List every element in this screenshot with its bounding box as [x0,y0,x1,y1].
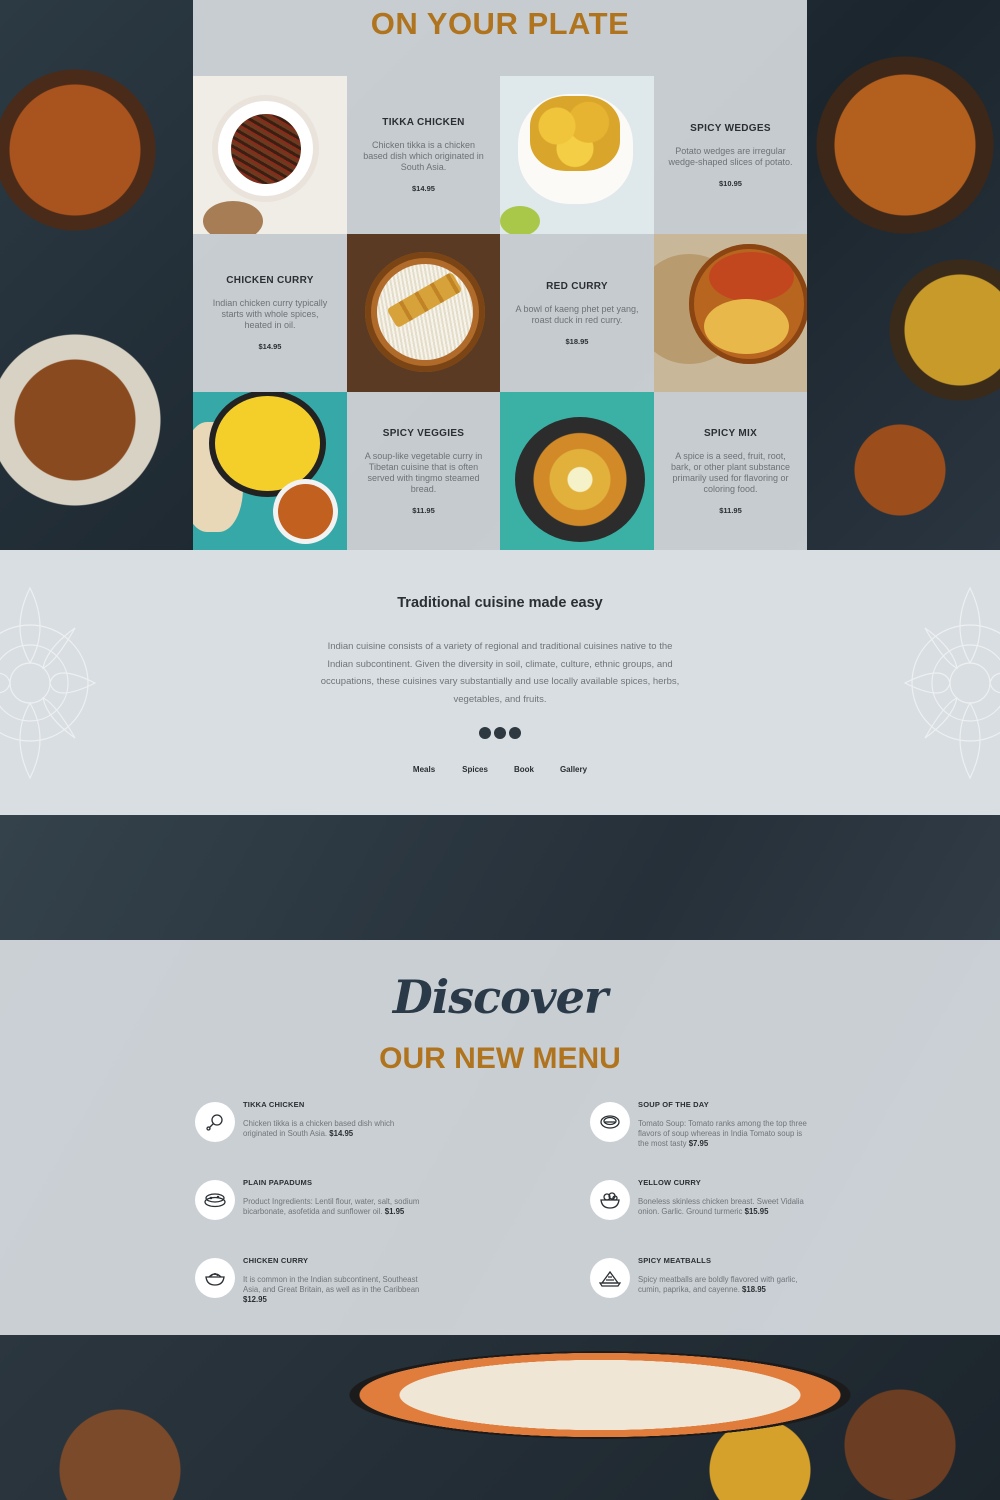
tikka-chicken-photo[interactable] [193,76,347,234]
menu-item-desc: Product Ingredients: Lentil flour, water… [243,1197,420,1216]
drumstick-icon [195,1102,235,1142]
plate-item-name: TIKKA CHICKEN [382,117,465,128]
meatballs-icon [590,1258,630,1298]
menu-item-price: $1.95 [384,1207,405,1216]
plate-item-name: SPICY WEDGES [690,122,771,134]
soup-icon [590,1102,630,1142]
plate-item-name: CHICKEN CURRY [226,275,314,286]
menu-item-desc: Chicken tikka is a chicken based dish wh… [243,1119,395,1138]
plate-item-tikka-chicken[interactable]: TIKKA CHICKEN Chicken tikka is a chicken… [347,76,500,234]
menu-item-price: $14.95 [329,1129,354,1138]
menu-column-right: SOUP OF THE DAY Tomato Soup: Tomato rank… [590,1100,815,1334]
menu-item-price: $15.95 [744,1207,769,1216]
traditional-description: Indian cuisine consists of a variety of … [320,641,680,705]
menu-item-yellow-curry[interactable]: YELLOW CURRY Boneless skinless chicken b… [590,1178,815,1256]
plate-item-spicy-veggies[interactable]: SPICY VEGGIES A soup-like vegetable curr… [347,392,500,550]
plate-item-name: RED CURRY [546,280,608,292]
plate-item-price: $11.95 [719,505,742,515]
red-curry-photo[interactable] [654,234,807,392]
plate-item-desc: Chicken tikka is a chicken based dish wh… [363,140,484,172]
menu-column-left: TIKKA CHICKEN Chicken tikka is a chicken… [195,1100,420,1334]
plate-item-desc: Indian chicken curry typically starts wi… [212,298,328,330]
divider-dots [479,727,521,739]
menu-item-desc: Boneless skinless chicken breast. Sweet … [638,1197,804,1216]
menu-item-price: $18.95 [742,1285,766,1294]
menu-item-name: YELLOW CURRY [638,1178,701,1187]
chicken-curry-photo[interactable] [347,234,500,392]
menu-item-name: CHICKEN CURRY [243,1256,309,1265]
menu-item-desc: It is common in the Indian subcontinent,… [243,1275,420,1304]
discover-script-heading: Discover [392,970,608,1024]
plate-item-price: $18.95 [565,336,589,346]
plate-item-price: $11.95 [412,505,435,515]
on-your-plate-section: ON YOUR PLATE TIKKA CHICKEN Chicken tikk… [193,0,807,550]
nav-link-meals[interactable]: Meals [413,765,435,774]
plate-item-spicy-mix[interactable]: SPICY MIX A spice is a seed, fruit, root… [654,392,807,550]
menu-item-tikka-chicken[interactable]: TIKKA CHICKEN Chicken tikka is a chicken… [195,1100,420,1178]
nav-link-book[interactable]: Book [514,765,534,774]
traditional-title: Traditional cuisine made easy [397,595,603,611]
plate-item-desc: A soup-like vegetable curry in Tibetan c… [364,450,483,494]
nav-link-spices[interactable]: Spices [462,765,488,774]
discover-menu-section: Discover OUR NEW MENU TIKKA CHICKEN Chic… [0,940,1000,1335]
menu-item-spicy-meatballs[interactable]: SPICY MEATBALLS Spicy meatballs are bold… [590,1256,815,1334]
plate-item-price: $14.95 [412,184,435,193]
plate-title: ON YOUR PLATE [370,6,630,41]
menu-item-name: TIKKA CHICKEN [243,1100,305,1109]
plate-item-desc: Potato wedges are irregular wedge-shaped… [668,145,793,167]
nav-link-gallery[interactable]: Gallery [560,765,587,774]
section-nav: Meals Spices Book Gallery [0,765,1000,774]
menu-item-chicken-curry[interactable]: CHICKEN CURRY It is common in the Indian… [195,1256,420,1334]
curry-bowl-icon [195,1258,235,1298]
menu-item-soup-of-the-day[interactable]: SOUP OF THE DAY Tomato Soup: Tomato rank… [590,1100,815,1178]
plate-item-name: SPICY MIX [703,427,758,439]
plate-item-price: $14.95 [258,342,282,351]
menu-item-desc: Tomato Soup: Tomato ranks among the top … [638,1119,807,1148]
new-menu-title: OUR NEW MENU [379,1042,621,1075]
menu-item-name: SOUP OF THE DAY [638,1100,709,1109]
plate-item-desc: A bowl of kaeng phet pet yang, roast duc… [515,303,639,325]
menu-item-name: PLAIN PAPADUMS [243,1178,313,1187]
plate-item-red-curry[interactable]: RED CURRY A bowl of kaeng phet pet yang,… [500,234,654,392]
yellow-curry-icon [590,1180,630,1220]
menu-item-price: $7.95 [688,1139,709,1148]
spices-background-bottom [0,1335,1000,1500]
plate-item-name: SPICY VEGGIES [382,427,465,439]
menu-item-plain-papadums[interactable]: PLAIN PAPADUMS Product Ingredients: Lent… [195,1178,420,1256]
traditional-cuisine-section: Traditional cuisine made easy Indian cui… [0,550,1000,815]
spicy-wedges-photo[interactable] [500,76,654,234]
plate-item-chicken-curry[interactable]: CHICKEN CURRY Indian chicken curry typic… [193,234,347,392]
plate-grid: TIKKA CHICKEN Chicken tikka is a chicken… [193,76,807,550]
menu-item-desc: Spicy meatballs are boldly flavored with… [638,1275,798,1294]
plate-item-desc: A spice is a seed, fruit, root, bark, or… [670,450,791,494]
papadum-icon [195,1180,235,1220]
menu-item-name: SPICY MEATBALLS [638,1256,712,1265]
plate-item-spicy-wedges[interactable]: SPICY WEDGES Potato wedges are irregular… [654,76,807,234]
spicy-veggies-photo[interactable] [193,392,347,550]
menu-item-price: $12.95 [243,1295,267,1304]
spicy-mix-photo[interactable] [500,392,654,550]
plate-item-price: $10.95 [719,178,742,188]
